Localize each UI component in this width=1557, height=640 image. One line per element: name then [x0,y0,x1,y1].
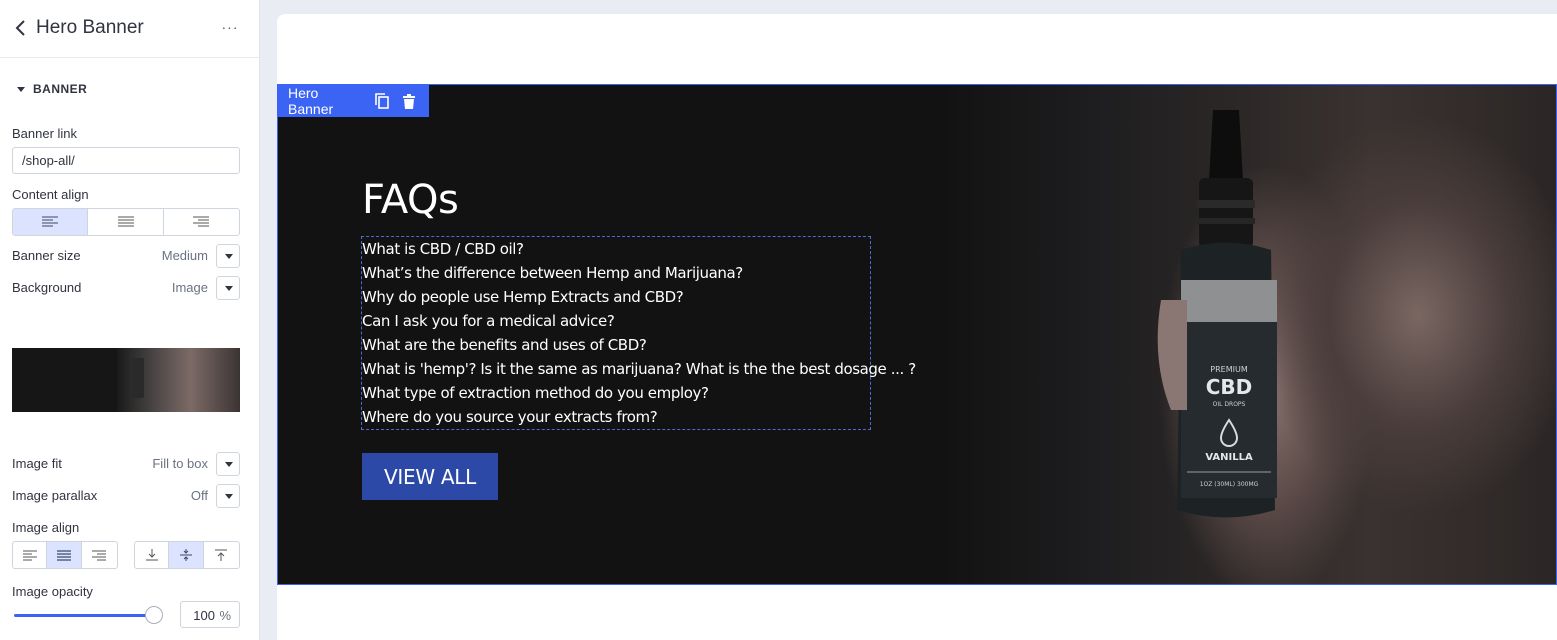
content-align-label: Content align [12,187,89,202]
image-parallax-row: Image parallax Off [12,484,240,508]
hero-block-toolbar: Hero Banner [278,85,429,117]
background-label: Background [12,280,82,295]
image-align-middle-button[interactable] [169,542,204,568]
image-align-center-button[interactable] [47,542,82,568]
image-fit-label: Image fit [12,456,62,471]
background-value: Image [171,280,208,295]
page-canvas: PREMIUM CBD OIL DROPS VANILLA 1OZ (30ML)… [277,14,1557,640]
align-middle-icon [180,549,193,561]
faq-list-item[interactable]: Where do you source your extracts from? [362,406,870,430]
content-align-center-button[interactable] [88,209,164,235]
image-parallax-dropdown[interactable] [216,484,240,508]
thumbnail-bottle [132,358,144,398]
content-align-left-button[interactable] [13,209,89,235]
banner-link-label: Banner link [12,126,78,141]
align-bottom-icon [145,549,158,561]
duplicate-icon[interactable] [374,93,389,109]
image-fit-row: Image fit Fill to box [12,452,240,476]
image-align-vertical-control [134,541,240,569]
sidebar-header: Hero Banner ··· [0,0,259,58]
sidebar-title: Hero Banner [36,17,144,38]
banner-size-value: Medium [161,248,208,263]
faq-list-item[interactable]: What type of extraction method do you em… [362,382,870,406]
banner-size-label: Banner size [12,248,81,263]
faq-list-item[interactable]: Can I ask you for a medical advice? [362,310,870,334]
faq-list-item[interactable]: What are the benefits and uses of CBD? [362,334,870,358]
trash-icon[interactable] [402,93,417,109]
image-align-right-button[interactable] [82,542,117,568]
svg-text:1OZ (30ML) 300MG: 1OZ (30ML) 300MG [1200,481,1259,488]
align-top-icon [215,549,228,561]
align-left-icon [42,216,59,227]
faq-list-item[interactable]: What is CBD / CBD oil? [362,238,870,262]
faq-list-item[interactable]: Why do people use Hemp Extracts and CBD? [362,286,870,310]
image-align-bottom-button[interactable] [135,542,170,568]
image-parallax-label: Image parallax [12,488,98,503]
svg-text:VANILLA: VANILLA [1205,452,1253,463]
more-options-icon[interactable]: ··· [220,17,240,37]
banner-section-toggle[interactable]: BANNER [17,82,87,96]
image-opacity-label: Image opacity [12,584,93,599]
image-align-label: Image align [12,520,80,535]
caret-down-icon [17,86,25,92]
hero-block-label: Hero Banner [288,85,334,117]
faq-list-item[interactable]: What’s the difference between Hemp and M… [362,262,870,286]
image-parallax-value: Off [190,488,208,503]
background-image-thumbnail[interactable] [12,348,240,412]
opacity-input[interactable]: 100 % [180,601,240,628]
faq-list[interactable]: What is CBD / CBD oil? What’s the differ… [361,236,916,430]
banner-size-row: Banner size Medium [12,244,240,268]
hero-banner[interactable]: PREMIUM CBD OIL DROPS VANILLA 1OZ (30ML)… [277,84,1557,585]
opacity-unit: % [219,608,231,623]
opacity-slider-thumb[interactable] [145,606,163,624]
svg-text:CBD: CBD [1206,375,1253,399]
align-center-icon [117,216,134,227]
cbd-bottle-image: PREMIUM CBD OIL DROPS VANILLA 1OZ (30ML)… [1157,110,1277,518]
content-align-control [12,208,240,236]
back-icon[interactable] [14,17,34,39]
image-align-top-button[interactable] [204,542,239,568]
opacity-slider-track[interactable] [14,614,154,617]
align-left-icon [22,550,37,560]
faq-list-item[interactable]: What is 'hemp'? Is it the same as mariju… [362,358,916,382]
align-right-icon [193,216,210,227]
settings-sidebar: Hero Banner ··· BANNER Banner link /shop… [0,0,260,640]
image-fit-value: Fill to box [152,456,208,471]
banner-size-dropdown[interactable] [216,244,240,268]
image-fit-dropdown[interactable] [216,452,240,476]
background-row: Background Image [12,276,240,300]
banner-link-input[interactable]: /shop-all/ [12,147,240,174]
svg-text:OIL DROPS: OIL DROPS [1213,401,1246,408]
opacity-value: 100 [193,608,215,623]
content-align-right-button[interactable] [164,209,239,235]
view-all-button[interactable]: VIEW ALL [362,453,498,500]
image-align-horizontal-control [12,541,118,569]
hero-title: FAQs [362,177,459,223]
align-right-icon [92,550,107,560]
image-align-left-button[interactable] [13,542,48,568]
background-dropdown[interactable] [216,276,240,300]
align-center-icon [57,549,72,561]
svg-text:PREMIUM: PREMIUM [1210,365,1248,374]
section-label: BANNER [33,82,88,96]
